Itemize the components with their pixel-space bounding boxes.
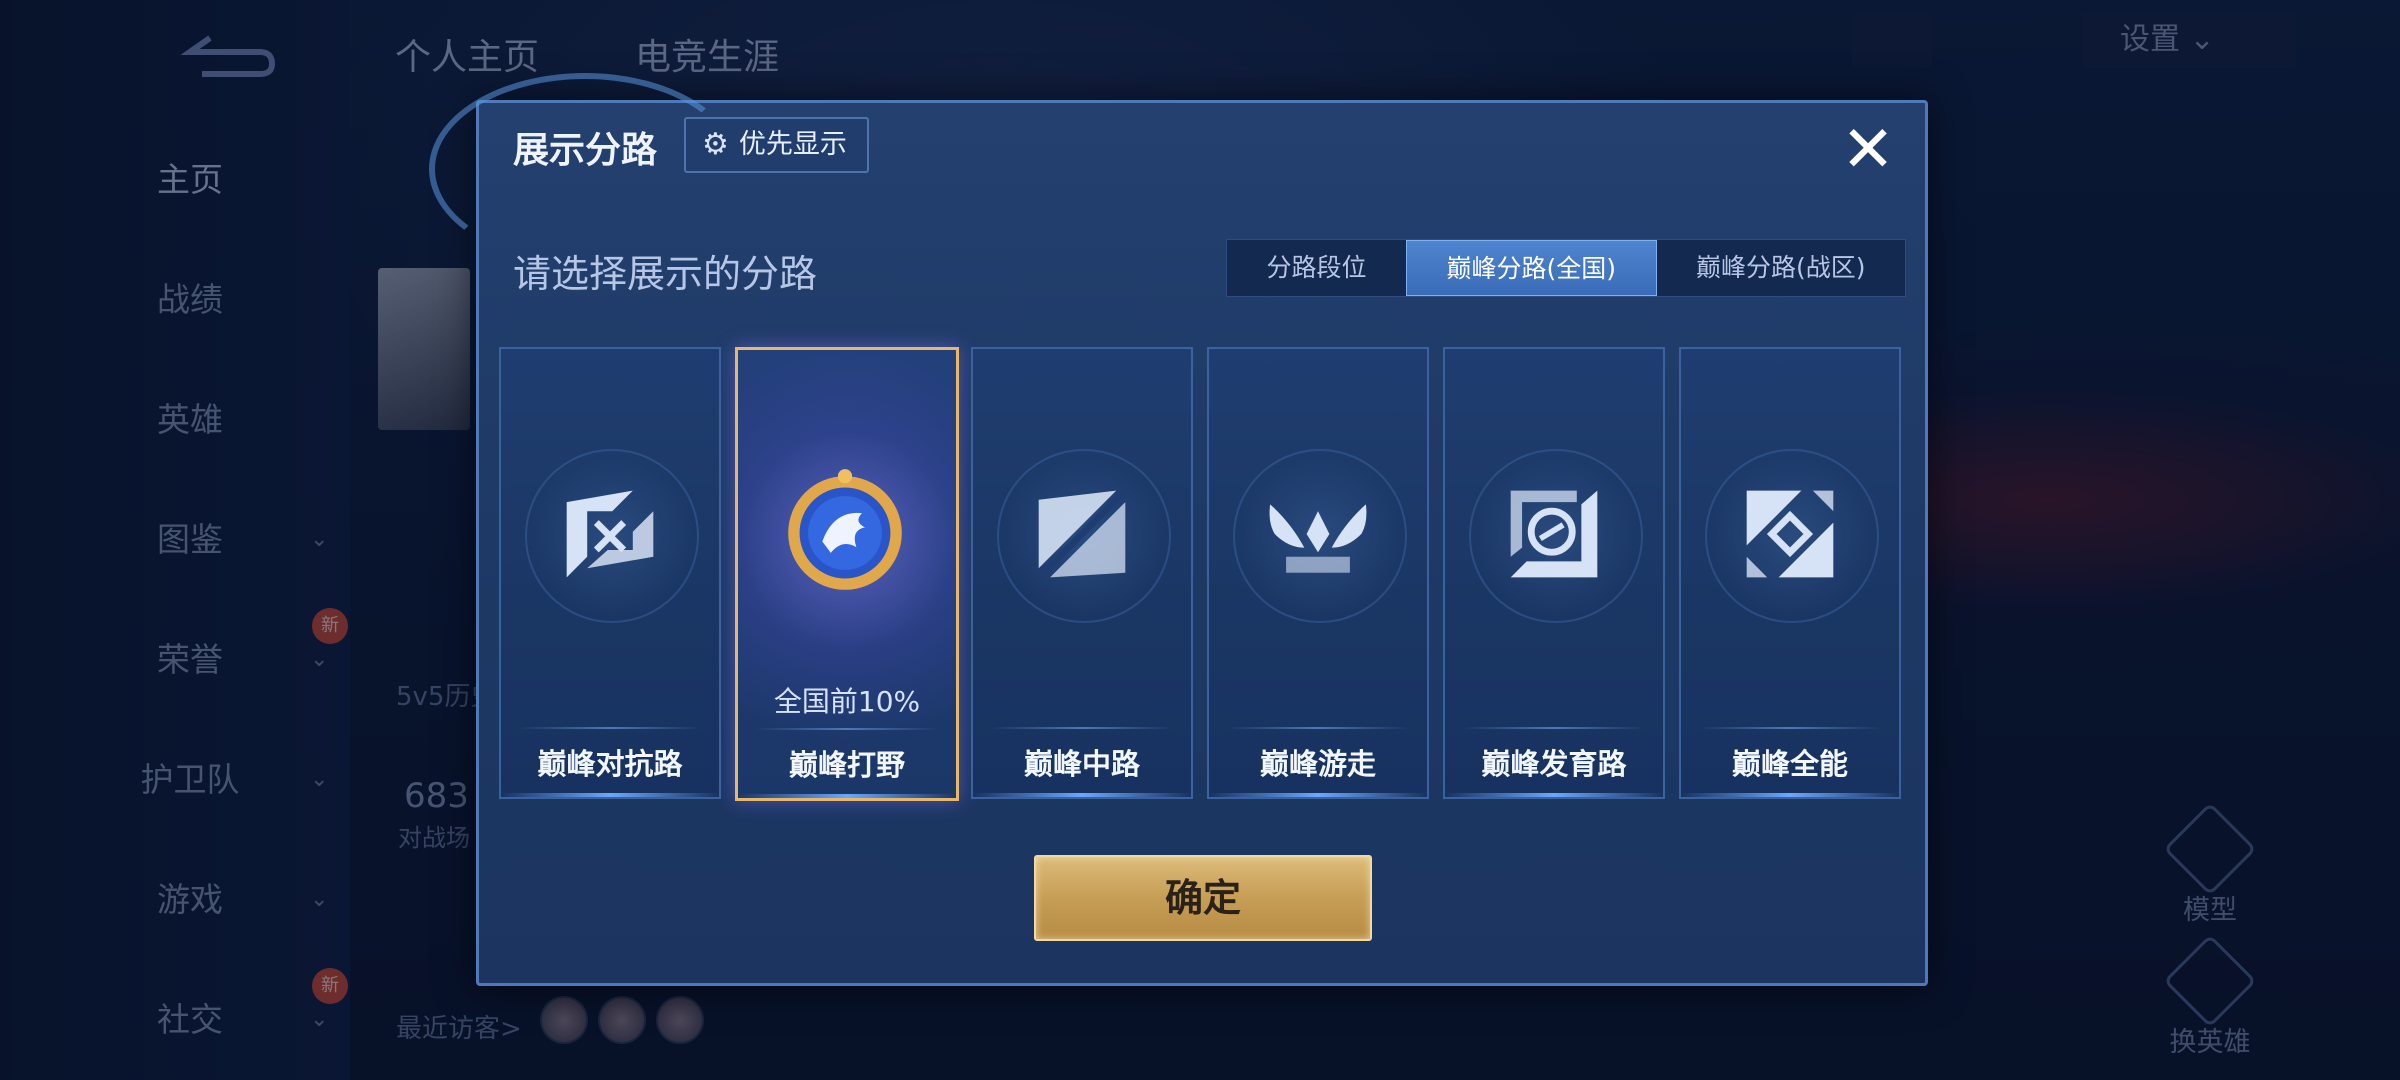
lane-display-dialog: 展示分路 ⚙ 优先显示 ✕ 请选择展示的分路 分路段位 巅峰分路(全国) 巅峰分… — [429, 73, 1928, 986]
confirm-button[interactable]: 确定 — [1034, 855, 1372, 941]
lane-card-roam[interactable]: 巅峰游走 — [1207, 347, 1429, 799]
dialog-subtitle: 请选择展示的分路 — [513, 252, 818, 296]
card-divider — [519, 727, 701, 729]
priority-display-label: 优先显示 — [738, 129, 847, 160]
jungle-dragon-emblem-icon — [788, 469, 902, 590]
clash-lane-icon — [566, 490, 654, 578]
tab-peak-lane-national[interactable]: 巅峰分路(全国) — [1406, 240, 1657, 296]
dialog-title: 展示分路 — [513, 130, 658, 171]
lane-card-label: 巅峰发育路 — [1481, 747, 1627, 781]
gear-icon: ⚙ — [702, 127, 729, 162]
tab-lane-rank[interactable]: 分路段位 — [1227, 240, 1406, 296]
lane-card-label: 巅峰全能 — [1731, 747, 1848, 781]
card-divider — [1463, 727, 1645, 729]
lane-card-label: 巅峰对抗路 — [537, 747, 683, 781]
close-icon[interactable]: ✕ — [1833, 115, 1903, 185]
lane-card-jungle[interactable]: 全国前10% 巅峰打野 — [735, 347, 959, 801]
tab-peak-lane-region[interactable]: 巅峰分路(战区) — [1657, 240, 1906, 296]
farm-lane-icon — [1510, 490, 1598, 578]
roam-wings-icon — [1269, 504, 1367, 573]
card-divider — [991, 727, 1173, 729]
lane-source-tabs: 分路段位 巅峰分路(全国) 巅峰分路(战区) — [1226, 239, 1906, 297]
priority-display-button[interactable]: ⚙ 优先显示 — [684, 117, 869, 173]
card-divider — [756, 728, 938, 730]
lane-rank-text: 全国前10% — [773, 685, 921, 718]
lane-card-all-round[interactable]: 巅峰全能 — [1679, 347, 1901, 799]
all-round-icon — [1746, 490, 1834, 578]
lane-card-label: 巅峰打野 — [788, 748, 905, 782]
card-divider — [1699, 727, 1881, 729]
lane-card-mid[interactable]: 巅峰中路 — [971, 347, 1193, 799]
lane-card-farm[interactable]: 巅峰发育路 — [1443, 347, 1665, 799]
lane-card-clash[interactable]: 巅峰对抗路 — [499, 347, 721, 799]
card-divider — [1227, 727, 1409, 729]
lane-card-label: 巅峰中路 — [1023, 747, 1140, 781]
mid-lane-icon — [1038, 490, 1126, 578]
lane-card-label: 巅峰游走 — [1259, 747, 1376, 781]
screen: 主页 战绩 英雄 图鉴 ⌄ 荣誉新 ⌄ 护卫队 ⌄ 游戏 ⌄ 社交新 ⌄ 个人主页 电竞生… — [0, 0, 2400, 1080]
